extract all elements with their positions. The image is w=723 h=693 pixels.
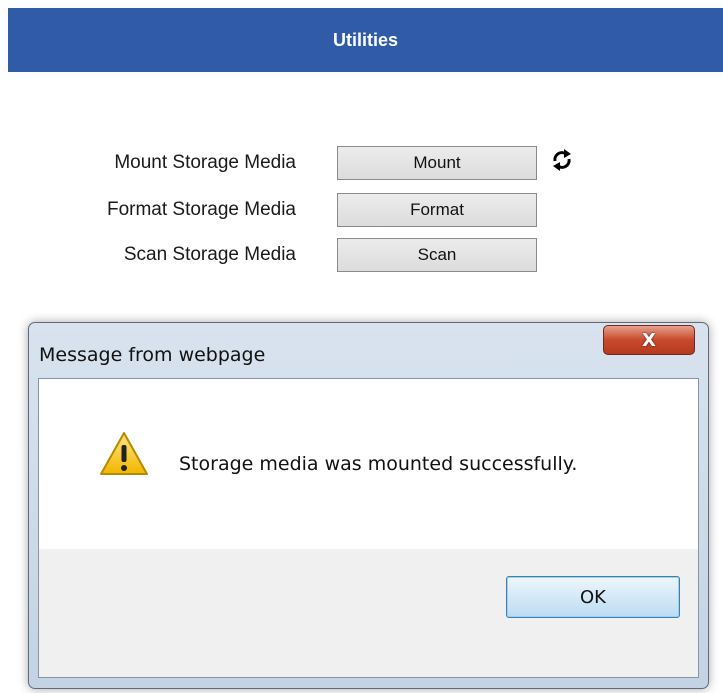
close-icon: X xyxy=(642,329,656,351)
ok-button[interactable]: OK xyxy=(506,576,680,618)
refresh-icon[interactable] xyxy=(549,147,575,173)
page-header: Utilities xyxy=(8,8,723,72)
dialog-message: Storage media was mounted successfully. xyxy=(179,453,578,475)
mount-button[interactable]: Mount xyxy=(337,146,537,180)
format-button[interactable]: Format xyxy=(337,193,537,227)
dialog-title: Message from webpage xyxy=(39,344,266,366)
format-label: Format Storage Media xyxy=(106,199,296,220)
warning-icon xyxy=(100,432,148,475)
scan-button[interactable]: Scan xyxy=(337,238,537,272)
dialog-body: Storage media was mounted successfully. … xyxy=(38,378,699,678)
message-dialog: Message from webpage X Storage media was… xyxy=(28,322,709,689)
dialog-message-area: Storage media was mounted successfully. xyxy=(39,379,698,549)
page-title: Utilities xyxy=(332,29,398,50)
mount-label: Mount Storage Media xyxy=(114,152,296,173)
utilities-page: Utilities Mount Storage Media Mount Form… xyxy=(0,0,723,693)
close-button[interactable]: X xyxy=(603,325,695,355)
scan-label: Scan Storage Media xyxy=(123,244,296,265)
